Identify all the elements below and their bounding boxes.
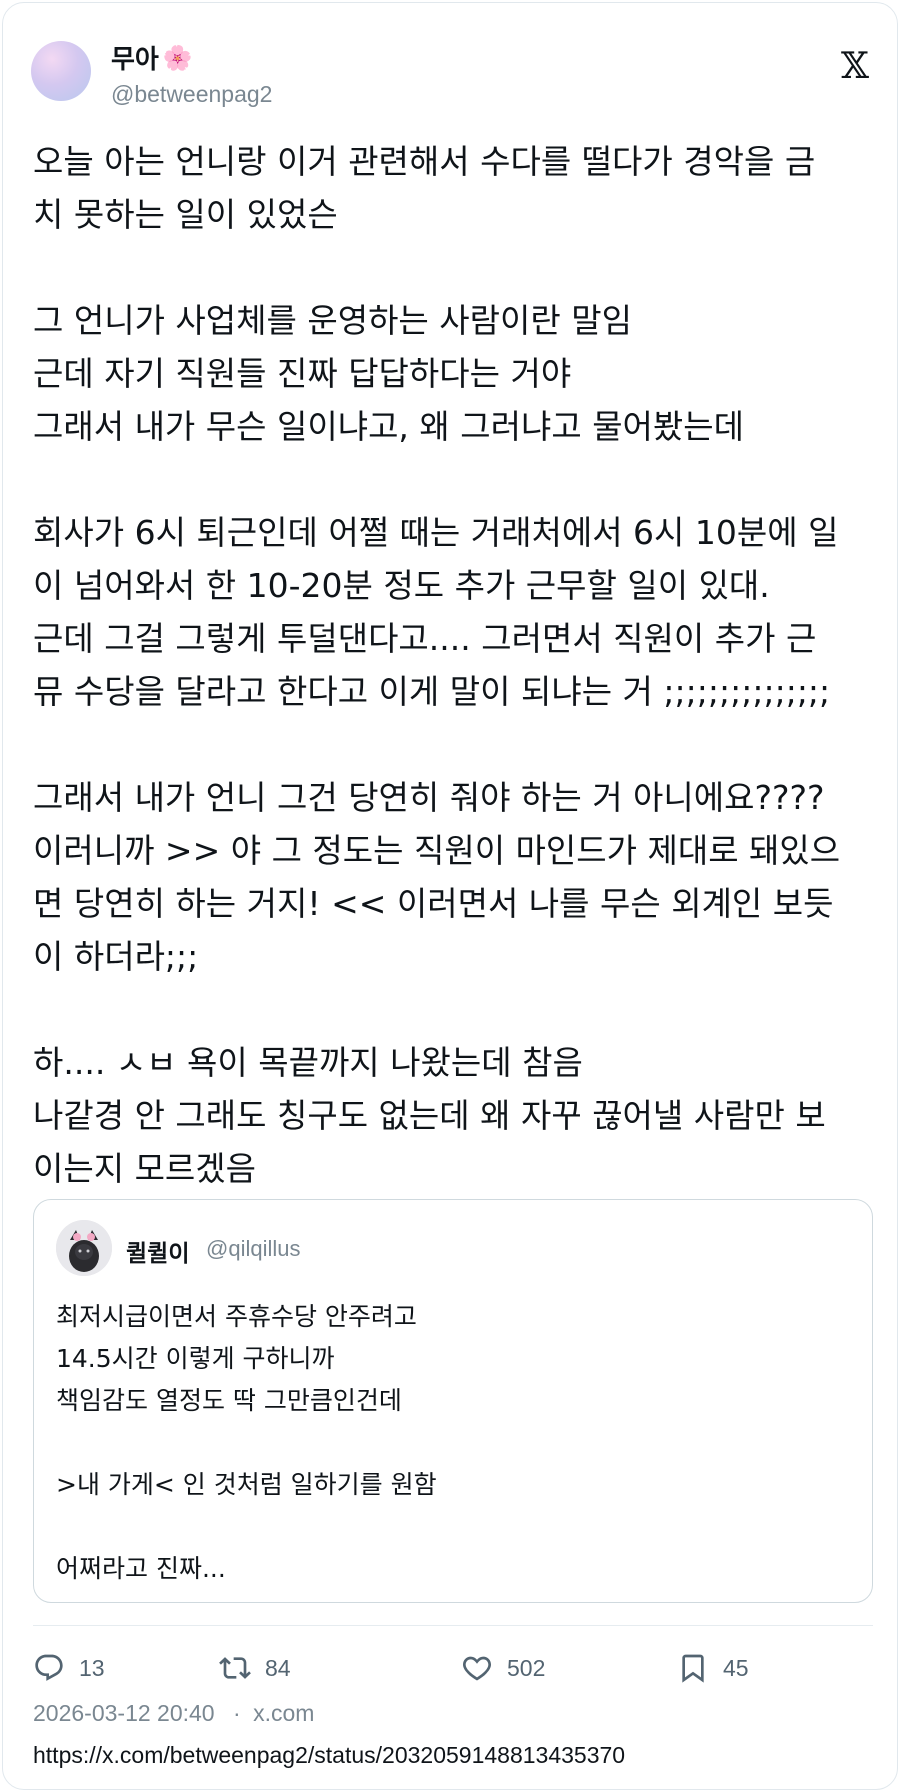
tweet-paragraph: 그 언니가 사업체를 운영하는 사람이란 말임 근데 자기 직원들 진짜 답답하… xyxy=(33,301,744,446)
like-count: 502 xyxy=(507,1654,546,1681)
author-avatar[interactable] xyxy=(31,41,91,101)
retweet-button[interactable]: 84 xyxy=(219,1643,291,1693)
quoted-paragraph: 어쩌라고 진짜... xyxy=(56,1554,226,1583)
retweet-icon xyxy=(219,1657,251,1679)
tweet-paragraph: 하.... ㅅㅂ 욕이 목끝까지 나왔는데 참음 나같경 안 그래도 칭구도 없… xyxy=(33,1043,826,1188)
quoted-paragraph: >내 가게< 인 것처럼 일하기를 원함 xyxy=(56,1470,437,1499)
author-handle[interactable]: @betweenpag2 xyxy=(111,81,272,108)
retweet-count: 84 xyxy=(265,1654,291,1681)
tweet-url[interactable]: https://x.com/betweenpag2/status/2032059… xyxy=(33,1742,625,1769)
reply-button[interactable]: 13 xyxy=(33,1643,105,1693)
tweet-paragraph: 그래서 내가 언니 그건 당연히 줘야 하는 거 아니에요???? 이러니까 >… xyxy=(33,778,841,976)
divider xyxy=(33,1625,873,1626)
author-name-text: 무아 xyxy=(111,45,159,75)
tweet-meta: 2026-03-12 20:40 · x.com xyxy=(33,1700,314,1727)
timestamp[interactable]: 2026-03-12 20:40 xyxy=(33,1700,215,1726)
tweet-paragraph: 회사가 6시 퇴근인데 어쩔 때는 거래처에서 6시 10분에 일 이 넘어와서… xyxy=(33,513,839,711)
bookmark-button[interactable]: 45 xyxy=(677,1643,749,1693)
author-display-name[interactable]: 무아 🌸 xyxy=(111,39,193,76)
bookmark-icon xyxy=(682,1654,704,1683)
cherry-blossom-icon: 🌸 xyxy=(162,43,193,72)
quoted-tweet[interactable]: 퀼퀼이 @qilqillus 최저시급이면서 주휴수당 안주려고 14.5시간 … xyxy=(33,1199,873,1603)
quoted-paragraph: 최저시급이면서 주휴수당 안주려고 14.5시간 이렇게 구하니까 책임감도 열… xyxy=(56,1302,417,1415)
x-logo-icon[interactable]: 𝕏 xyxy=(841,47,877,87)
meta-separator: · xyxy=(233,1700,241,1726)
quoted-author-avatar[interactable] xyxy=(56,1220,112,1276)
tweet-body: 오늘 아는 언니랑 이거 관련해서 수다를 떨다가 경악을 금 치 못하는 일이… xyxy=(33,135,873,1195)
like-button[interactable]: 502 xyxy=(461,1643,545,1693)
quoted-tweet-body: 최저시급이면서 주휴수당 안주려고 14.5시간 이렇게 구하니까 책임감도 열… xyxy=(56,1296,846,1590)
cat-avatar-icon xyxy=(56,1220,112,1276)
reply-count: 13 xyxy=(79,1654,105,1681)
heart-icon xyxy=(463,1656,491,1681)
tweet-card: 무아 🌸 @betweenpag2 𝕏 오늘 아는 언니랑 이거 관련해서 수다… xyxy=(2,2,898,1790)
quoted-author-name[interactable]: 퀼퀼이 xyxy=(126,1234,189,1268)
action-bar: 13 84 502 45 xyxy=(33,1643,873,1693)
source-link[interactable]: x.com xyxy=(253,1700,314,1726)
bookmark-count: 45 xyxy=(723,1654,749,1681)
quoted-author-handle[interactable]: @qilqillus xyxy=(206,1236,300,1262)
reply-icon xyxy=(35,1654,63,1681)
tweet-paragraph: 오늘 아는 언니랑 이거 관련해서 수다를 떨다가 경악을 금 치 못하는 일이… xyxy=(33,142,816,234)
